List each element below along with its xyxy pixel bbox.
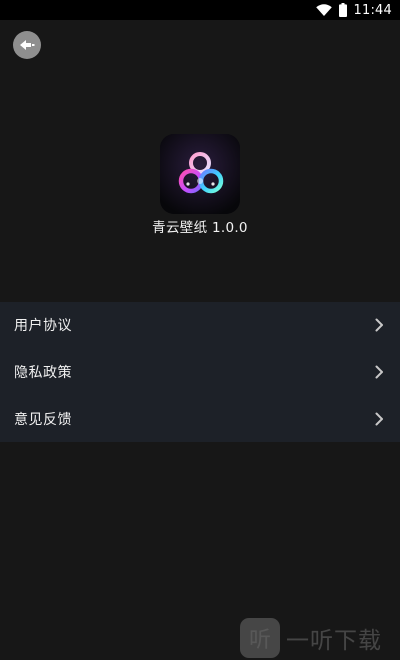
chevron-right-icon — [375, 318, 383, 332]
back-button[interactable] — [13, 31, 41, 59]
chevron-right-icon — [375, 365, 383, 379]
app-name-version: 青云壁纸 1.0.0 — [152, 220, 248, 236]
status-icons: 11:44 — [315, 1, 392, 19]
watermark-text: 一听下载 — [286, 628, 382, 654]
settings-menu: 用户协议 隐私政策 意见反馈 — [0, 302, 400, 442]
battery-icon — [338, 3, 347, 17]
qingyun-wallpaper-app-icon — [160, 134, 240, 214]
watermark: 听 一听下载 — [240, 616, 382, 660]
menu-item-feedback[interactable]: 意见反馈 — [0, 395, 400, 442]
status-bar: 11:44 — [0, 0, 400, 20]
menu-item-label: 用户协议 — [14, 318, 72, 335]
wifi-icon — [315, 4, 332, 16]
menu-item-label: 意见反馈 — [14, 411, 72, 428]
watermark-logo: 听 — [240, 618, 280, 658]
chevron-right-icon — [375, 412, 383, 426]
app-icon — [160, 134, 240, 214]
menu-item-privacy-policy[interactable]: 隐私政策 — [0, 349, 400, 396]
menu-item-label: 隐私政策 — [14, 364, 72, 381]
back-arrow-icon — [20, 40, 35, 50]
status-time: 11:44 — [353, 2, 392, 18]
menu-item-user-agreement[interactable]: 用户协议 — [0, 302, 400, 349]
watermark-logo-text: 听 — [248, 628, 271, 653]
